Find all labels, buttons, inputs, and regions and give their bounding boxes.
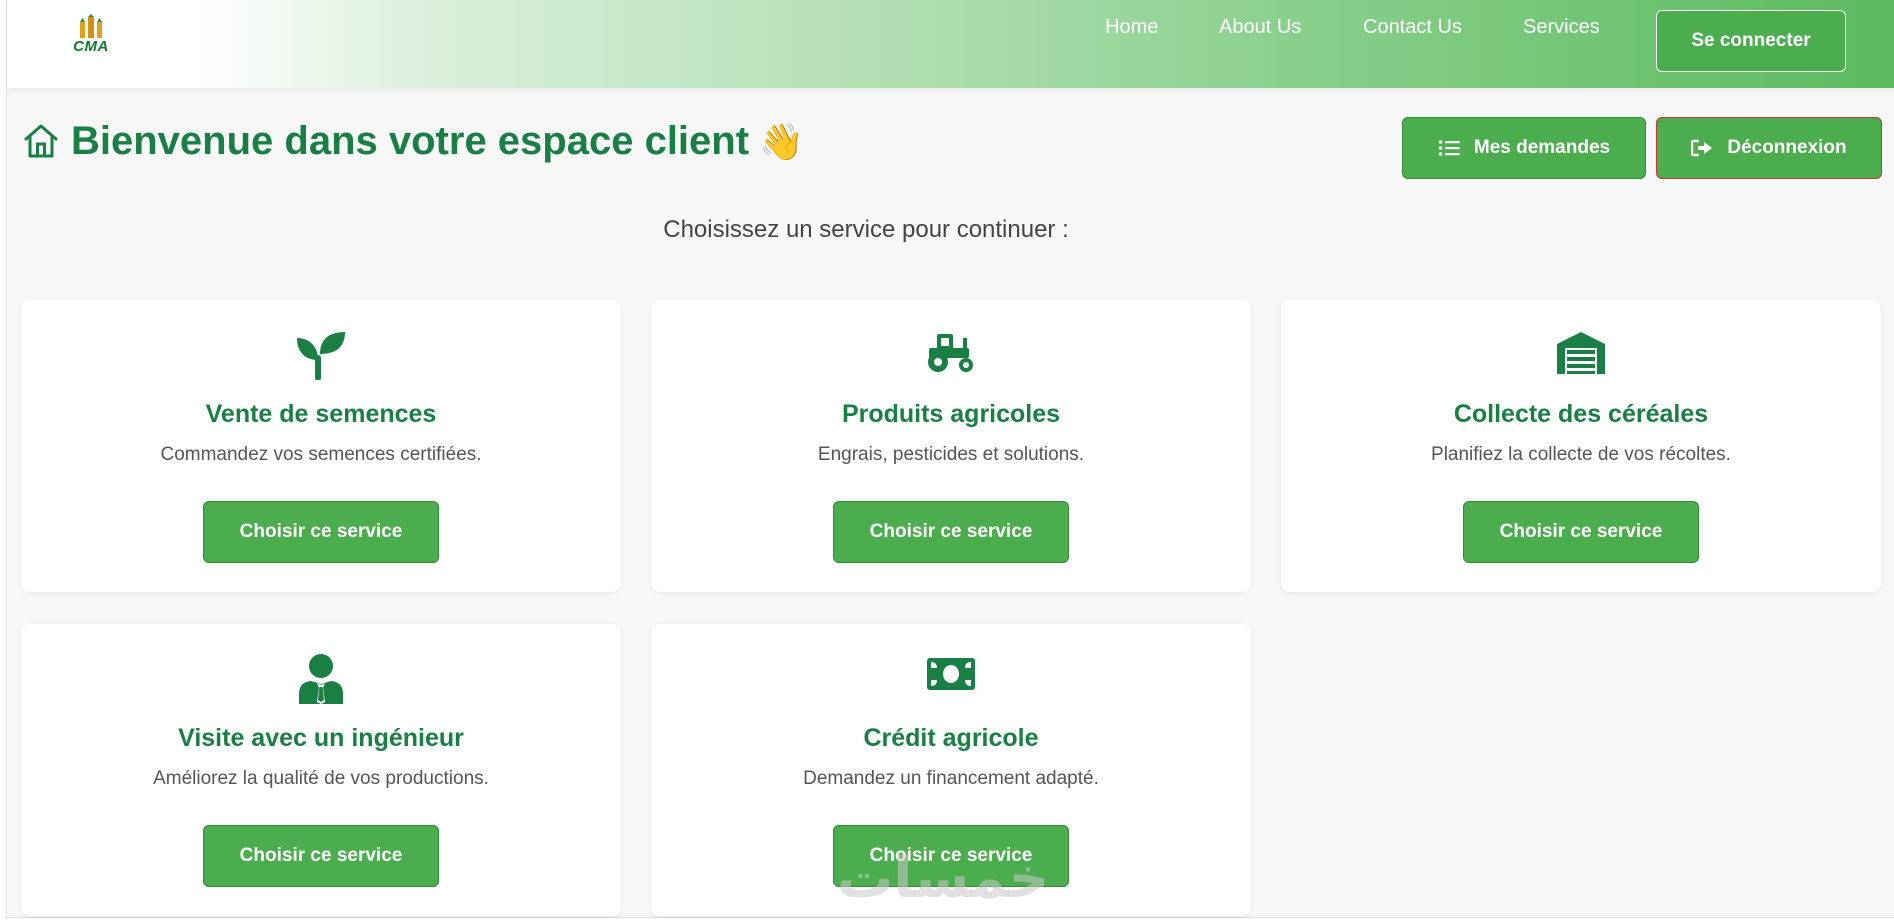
page: CMA Home About Us Contact Us Services Se… [6,0,1894,918]
warehouse-icon [1557,332,1605,374]
my-requests-button[interactable]: Mes demandes [1402,117,1646,179]
page-title: Bienvenue dans votre espace client 👋 [71,119,804,164]
nav-link-services[interactable]: Services [1523,16,1600,39]
nav-link-contact[interactable]: Contact Us [1363,16,1462,39]
choose-service-button[interactable]: Choisir ce service [833,501,1069,563]
card-description: Engrais, pesticides et solutions. [817,444,1085,465]
tractor-icon [928,334,973,372]
logout-label: Déconnexion [1727,137,1847,158]
home-icon [24,124,58,158]
service-card-credit: Crédit agricole Demandez un financement … [651,624,1251,916]
card-title: Vente de semences [205,400,437,428]
login-button[interactable]: Se connecter [1656,10,1846,72]
choose-service-button[interactable]: Choisir ce service [1463,501,1699,563]
nav-links: Home About Us Contact Us Services [7,16,1894,40]
service-card-agri-products: Produits agricoles Engrais, pesticides e… [651,300,1251,592]
card-description: Commandez vos semences certifiées. [160,444,482,465]
service-card-engineer-visit: Visite avec un ingénieur Améliorez la qu… [21,624,621,916]
logo-text: CMA [73,38,109,55]
sign-out-icon [1691,139,1713,157]
service-card-cereal-collection: Collecte des céréales Planifiez la colle… [1281,300,1881,592]
card-description: Planifiez la collecte de vos récoltes. [1431,444,1731,465]
navbar: CMA Home About Us Contact Us Services Se… [7,0,1894,88]
user-tie-icon [299,654,343,704]
nav-link-about[interactable]: About Us [1219,16,1301,39]
subtitle: Choisissez un service pour continuer : [663,216,1069,243]
card-description: Demandez un financement adapté. [803,768,1099,789]
money-bill-icon [927,658,975,690]
logout-button[interactable]: Déconnexion [1656,117,1882,179]
list-icon [1438,140,1460,156]
page-title-text: Bienvenue dans votre espace client [71,119,750,163]
card-title: Crédit agricole [863,724,1039,752]
card-description: Améliorez la qualité de vos productions. [153,768,489,789]
card-title: Collecte des céréales [1453,400,1709,428]
wave-emoji: 👋 [759,121,804,162]
nav-link-home[interactable]: Home [1105,16,1158,39]
seedling-icon [297,332,345,380]
service-card-seeds: Vente de semences Commandez vos semences… [21,300,621,592]
choose-service-button[interactable]: Choisir ce service [833,825,1069,887]
card-title: Visite avec un ingénieur [178,724,464,752]
choose-service-button[interactable]: Choisir ce service [203,501,439,563]
choose-service-button[interactable]: Choisir ce service [203,825,439,887]
card-title: Produits agricoles [841,400,1061,428]
my-requests-label: Mes demandes [1473,137,1611,158]
